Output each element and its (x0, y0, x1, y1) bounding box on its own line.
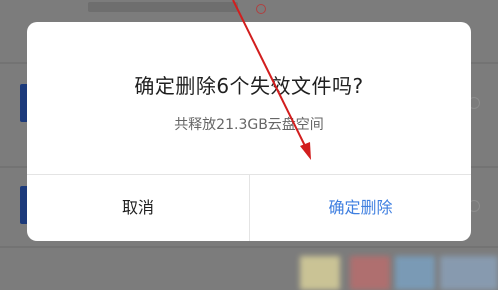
confirm-delete-button[interactable]: 确定删除 (250, 175, 471, 241)
background-status-dot (256, 4, 266, 14)
background-blurred-thumbnail (300, 256, 340, 290)
background-divider (0, 246, 498, 248)
background-file-info (88, 2, 238, 12)
background-blurred-thumbnail (440, 256, 498, 290)
screen: 确定删除6个失效文件吗? 共释放21.3GB云盘空间 取消 确定删除 (0, 0, 498, 290)
background-blurred-thumbnail (350, 256, 390, 290)
cancel-button[interactable]: 取消 (27, 175, 249, 241)
dialog-message: 共释放21.3GB云盘空间 (174, 117, 324, 133)
delete-confirm-dialog: 确定删除6个失效文件吗? 共释放21.3GB云盘空间 取消 确定删除 (27, 22, 471, 241)
dialog-title: 确定删除6个失效文件吗? (134, 74, 364, 98)
background-blurred-thumbnail (395, 256, 435, 290)
